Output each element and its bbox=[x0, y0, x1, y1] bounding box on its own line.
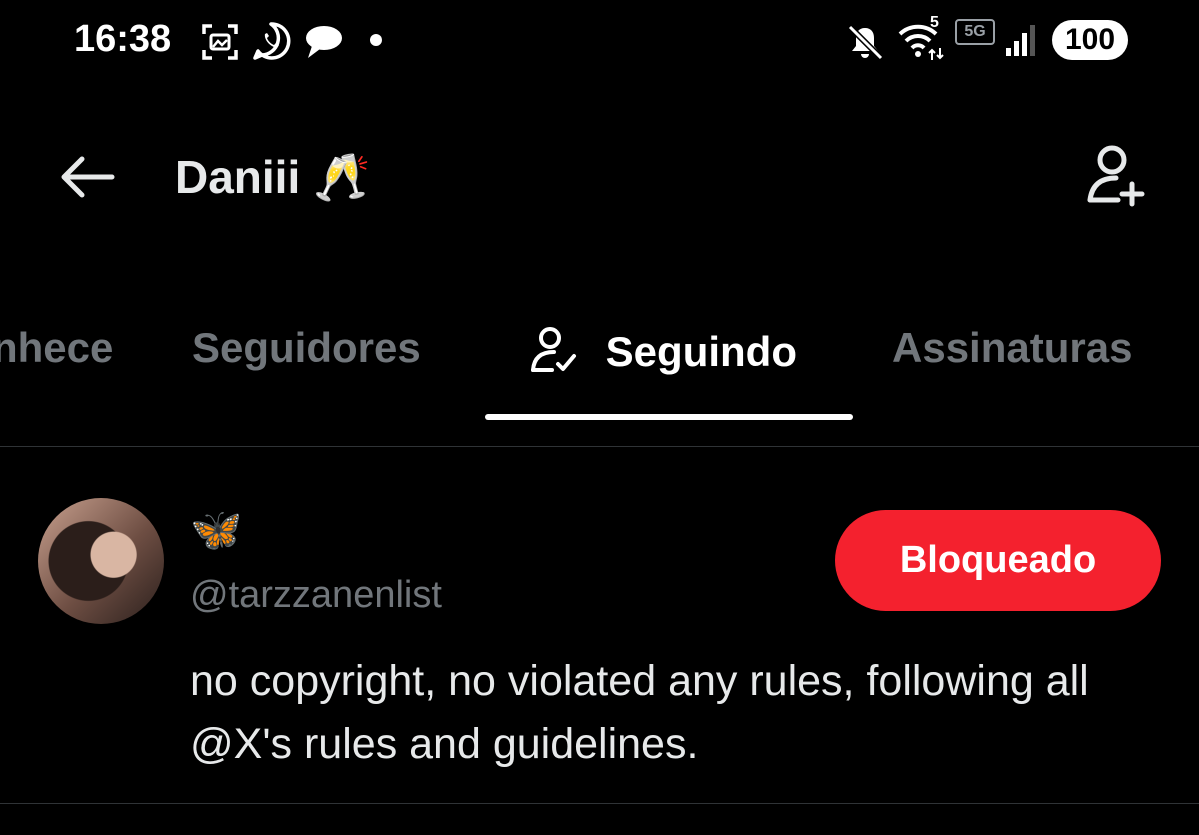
user-check-icon bbox=[531, 327, 576, 372]
display-name[interactable]: 🦋 bbox=[190, 506, 242, 555]
add-user-icon bbox=[1087, 145, 1145, 207]
wifi-badge: 5 bbox=[930, 14, 939, 31]
network-type-badge: 5G bbox=[955, 19, 995, 45]
arrow-left-icon bbox=[61, 156, 115, 198]
screenshot-icon bbox=[202, 24, 238, 60]
signal-icon bbox=[1006, 25, 1035, 56]
user-bio: no copyright, no violated any rules, fol… bbox=[190, 657, 1089, 768]
user-handle[interactable]: @tarzzanenlist bbox=[190, 574, 442, 617]
avatar[interactable] bbox=[38, 498, 164, 624]
back-button[interactable] bbox=[58, 152, 118, 202]
profile-header: Daniii 🥂 bbox=[0, 110, 1199, 240]
tab-following[interactable]: Seguindo bbox=[528, 324, 797, 376]
tab-subscriptions[interactable]: Assinaturas bbox=[892, 324, 1132, 372]
battery-indicator: 100 bbox=[1052, 20, 1128, 60]
chat-bubble-icon bbox=[306, 26, 342, 58]
notification-dot-icon bbox=[370, 34, 382, 46]
clock: 16:38 bbox=[74, 18, 172, 60]
active-tab-indicator bbox=[485, 414, 853, 420]
user-list-item[interactable]: 🦋 @tarzzanenlist Bloqueado no copyright,… bbox=[0, 448, 1199, 802]
tab-bar: nhece Seguidores Seguindo Assinaturas bbox=[0, 300, 1199, 446]
blocked-button[interactable]: Bloqueado bbox=[835, 510, 1161, 611]
status-bar: 16:38 5 5G 100 bbox=[0, 0, 1199, 80]
tab-friends-known[interactable]: nhece bbox=[0, 324, 113, 372]
mute-icon bbox=[847, 24, 884, 61]
tabs-divider bbox=[0, 446, 1199, 447]
tab-following-label: Seguindo bbox=[605, 328, 797, 375]
tab-followers[interactable]: Seguidores bbox=[192, 324, 421, 372]
profile-title: Daniii 🥂 bbox=[175, 151, 371, 203]
whatsapp-icon bbox=[253, 22, 291, 60]
follow-button[interactable] bbox=[1082, 140, 1152, 210]
row-divider bbox=[0, 803, 1199, 804]
